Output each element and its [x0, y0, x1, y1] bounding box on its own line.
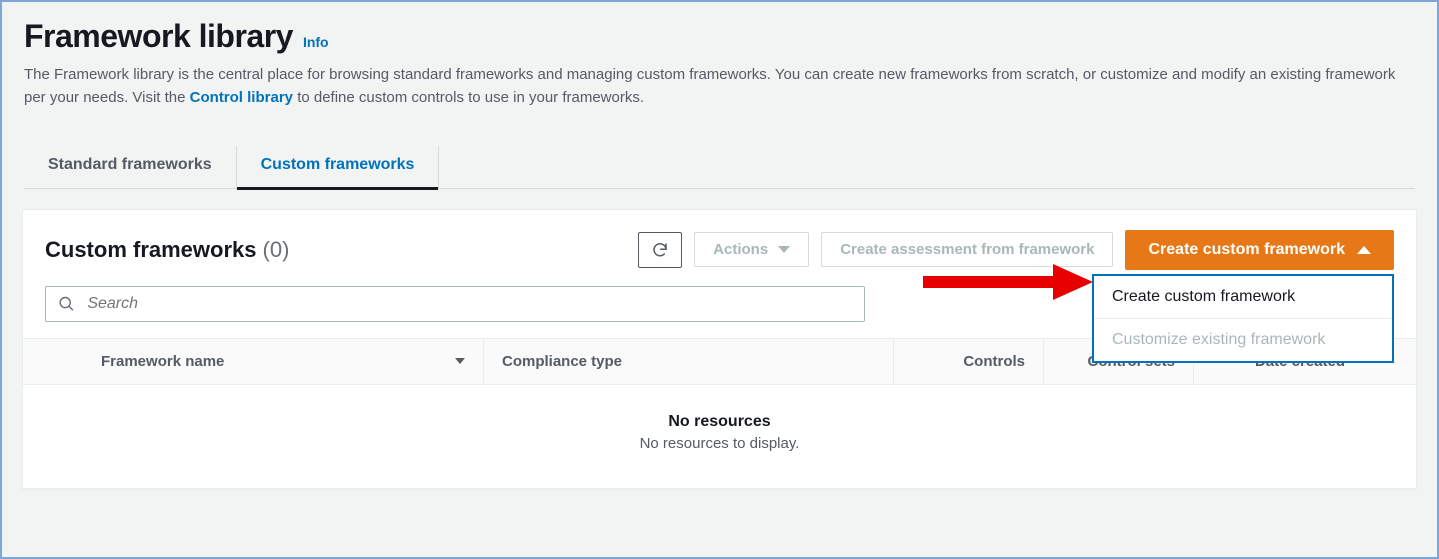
column-framework-name[interactable]: Framework name — [83, 339, 483, 384]
page-description: The Framework library is the central pla… — [24, 63, 1404, 110]
create-custom-label: Create custom framework — [1148, 241, 1345, 259]
search-icon — [58, 295, 75, 313]
dropdown-create-custom[interactable]: Create custom framework — [1094, 276, 1392, 318]
panel-title: Custom frameworks — [45, 237, 257, 263]
page-frame: Framework library Info The Framework lib… — [0, 0, 1439, 559]
create-custom-framework-button[interactable]: Create custom framework — [1125, 230, 1394, 270]
page-title: Framework library — [24, 18, 293, 55]
column-compliance-type[interactable]: Compliance type — [483, 339, 893, 384]
col-comp-label: Compliance type — [502, 353, 622, 370]
panel-title-row: Custom frameworks (0) — [45, 237, 289, 263]
panel-count: (0) — [263, 237, 290, 263]
col-name-label: Framework name — [101, 353, 224, 370]
col-ctrl-label: Controls — [963, 353, 1025, 370]
desc-suffix: to define custom controls to use in your… — [297, 89, 644, 106]
search-input[interactable] — [87, 295, 852, 313]
sort-caret-icon — [455, 358, 465, 364]
control-library-link[interactable]: Control library — [190, 89, 293, 106]
dropdown-customize-existing[interactable]: Customize existing framework — [1094, 318, 1392, 361]
column-checkbox — [23, 339, 83, 384]
chevron-down-icon — [778, 246, 790, 253]
tab-custom-frameworks[interactable]: Custom frameworks — [237, 146, 440, 188]
page-header: Framework library Info The Framework lib… — [2, 2, 1437, 189]
actions-label: Actions — [713, 241, 768, 258]
panel-actions: Actions Create assessment from framework… — [638, 230, 1394, 270]
empty-state: No resources No resources to display. — [23, 385, 1416, 488]
column-controls[interactable]: Controls — [893, 339, 1043, 384]
page-title-row: Framework library Info — [24, 18, 1415, 55]
create-assessment-button[interactable]: Create assessment from framework — [821, 232, 1113, 267]
search-box[interactable] — [45, 286, 865, 322]
refresh-icon — [651, 241, 669, 259]
actions-button[interactable]: Actions — [694, 232, 809, 267]
create-custom-wrapper: Create custom framework Create custom fr… — [1125, 230, 1394, 270]
custom-frameworks-panel: Custom frameworks (0) Actions Create ass… — [22, 209, 1417, 489]
refresh-button[interactable] — [638, 232, 682, 268]
create-custom-dropdown: Create custom framework Customize existi… — [1092, 274, 1394, 363]
info-link[interactable]: Info — [303, 34, 329, 50]
tab-standard-frameworks[interactable]: Standard frameworks — [24, 146, 237, 188]
empty-title: No resources — [23, 413, 1416, 431]
panel-header: Custom frameworks (0) Actions Create ass… — [23, 210, 1416, 286]
tabs: Standard frameworks Custom frameworks — [24, 146, 1415, 189]
caret-up-icon — [1357, 246, 1371, 254]
empty-description: No resources to display. — [23, 435, 1416, 452]
